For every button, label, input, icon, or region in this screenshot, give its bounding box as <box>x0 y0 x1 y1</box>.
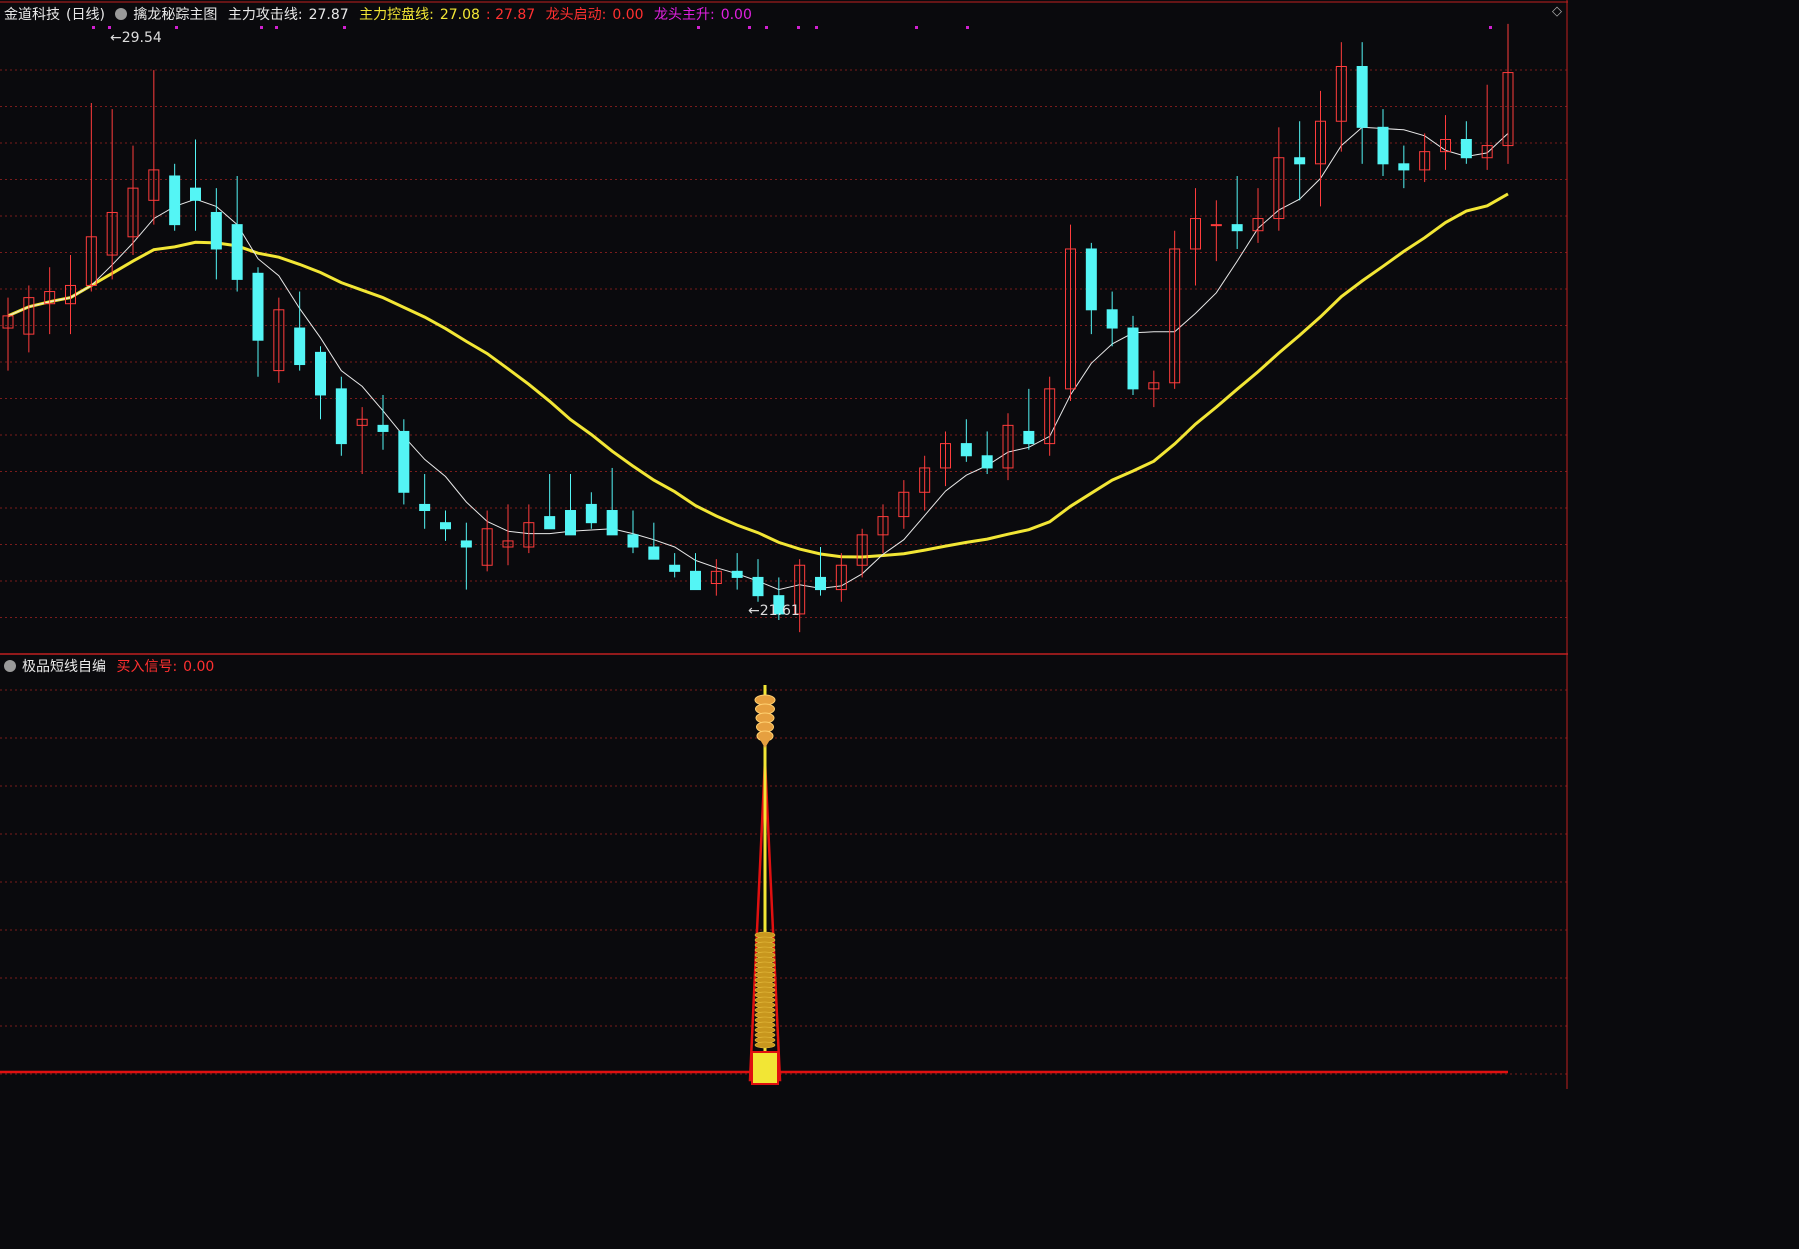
stock-chart[interactable]: ←29.54 ←21.61 <box>0 0 1568 1089</box>
candle-body <box>1023 430 1035 445</box>
candle-body <box>648 546 660 560</box>
candle-body <box>1085 248 1097 311</box>
signal-dot <box>966 26 969 29</box>
candle-body <box>960 443 972 457</box>
candle-body <box>1294 157 1306 165</box>
signal-dot <box>765 26 768 29</box>
signal-bar-segment <box>754 1041 776 1049</box>
candle-body <box>1210 224 1222 227</box>
candle-body <box>335 388 347 445</box>
signal-dot <box>797 26 800 29</box>
signal-dot <box>815 26 818 29</box>
candle-body <box>565 510 576 536</box>
attack-line <box>7 126 1509 591</box>
candle-body <box>1356 65 1368 128</box>
candle-body <box>1460 138 1472 159</box>
high-price-annotation: ←29.54 <box>110 30 162 46</box>
candle-body <box>1106 309 1118 329</box>
candle-body <box>669 564 681 572</box>
signal-dot <box>697 26 700 29</box>
candle-body <box>190 187 201 201</box>
candle-body <box>690 570 701 591</box>
candle-body <box>440 522 451 530</box>
signal-dot <box>915 26 918 29</box>
candle-body <box>169 175 181 226</box>
candle-body <box>731 570 743 578</box>
signal-dot <box>748 26 751 29</box>
candle-body <box>815 576 826 591</box>
signal-dot <box>1489 26 1492 29</box>
low-price-annotation: ←21.61 <box>748 603 800 619</box>
candle-body <box>252 272 264 341</box>
signal-dot <box>343 26 346 29</box>
candle-body <box>981 455 993 469</box>
candle-body <box>210 211 222 250</box>
signal-dot <box>260 26 263 29</box>
candle-body <box>752 576 764 597</box>
candle-body <box>294 327 306 366</box>
candle-body <box>627 534 639 548</box>
signal-base-block <box>751 1051 779 1085</box>
signal-dot <box>175 26 178 29</box>
candle-body <box>606 510 618 536</box>
candle-body <box>460 540 472 548</box>
signal-dot <box>275 26 278 29</box>
candle-body <box>1398 163 1410 171</box>
candle-body <box>315 351 326 396</box>
candle-body <box>585 503 597 524</box>
signal-tip <box>759 738 771 748</box>
candle-body <box>377 424 389 432</box>
candle-body <box>544 516 556 530</box>
candle-body <box>1231 224 1243 232</box>
candle-body <box>1377 126 1389 165</box>
candle-body <box>231 224 243 280</box>
candle-body <box>1127 327 1139 390</box>
signal-dot <box>92 26 95 29</box>
candle-body <box>419 503 431 512</box>
candle-body <box>398 430 410 493</box>
signal-dot <box>108 26 111 29</box>
